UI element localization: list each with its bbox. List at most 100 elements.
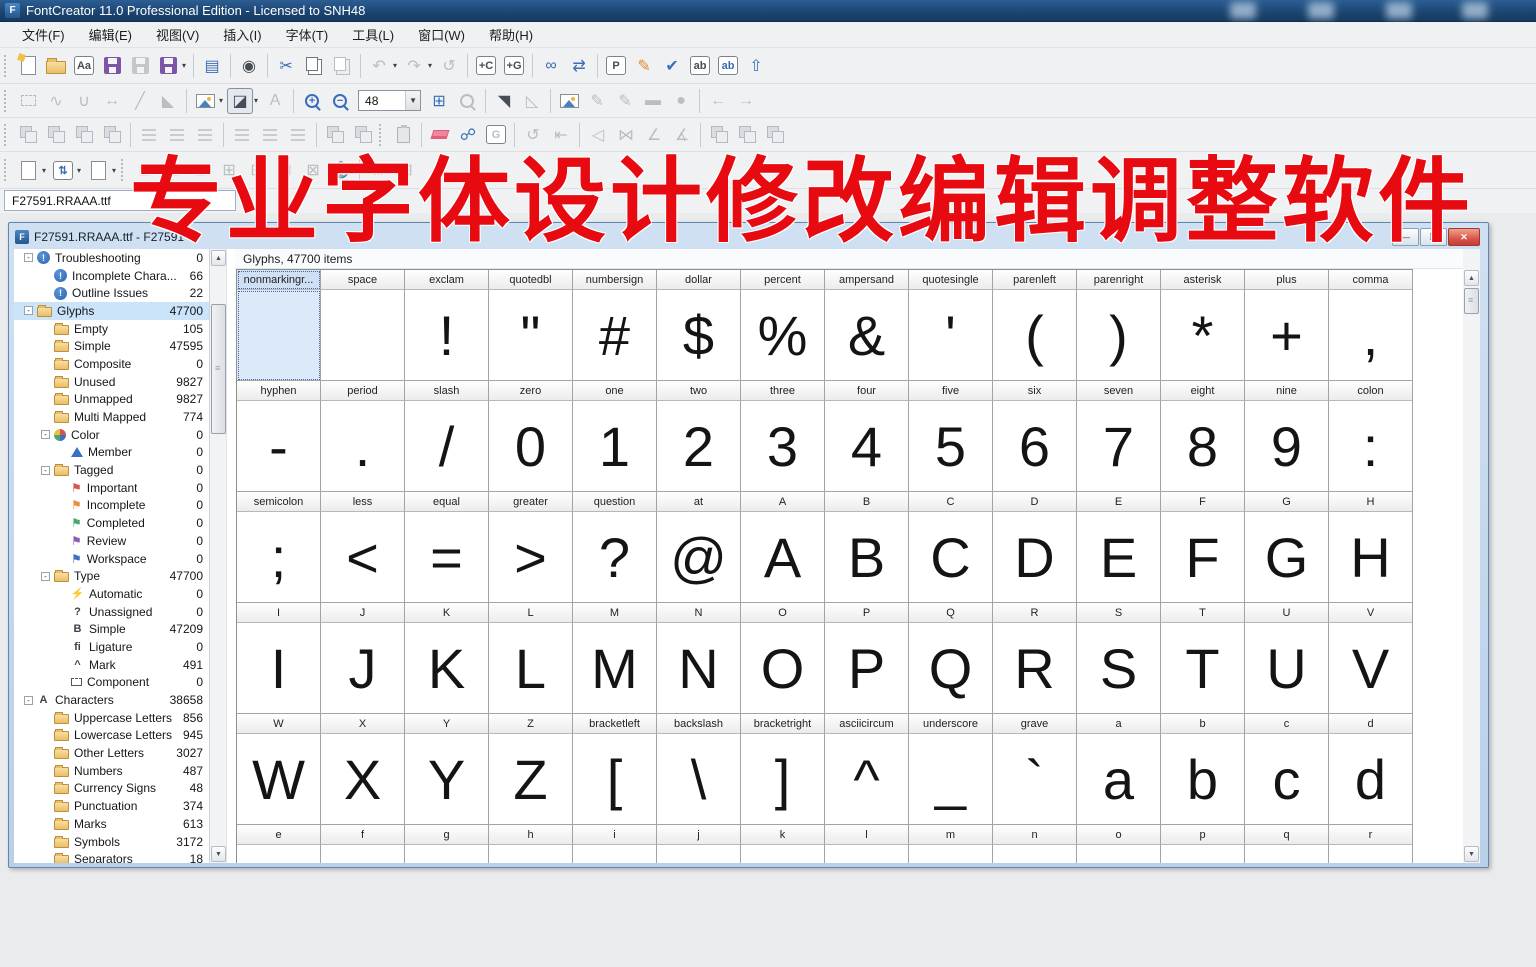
sidebar-item-empty[interactable]: Empty105 [14,320,209,338]
glyph-scrollbar[interactable]: ▲ ▼ [1463,249,1480,863]
glyph-cell-j[interactable]: JJ [321,603,405,714]
skew-button[interactable]: ∠ [641,122,667,148]
glyph-cell-v[interactable]: VV [1329,603,1413,714]
save-all-button[interactable] [127,53,153,79]
save-font-button[interactable] [99,53,125,79]
order-bring-forward-button[interactable] [43,122,69,148]
menu-item-i[interactable]: 插入(I) [211,22,273,47]
glyph-cell-plus[interactable]: plus+ [1245,270,1329,381]
sidebar-item-important[interactable]: ⚑Important0 [14,479,209,497]
glyph-cell-p[interactable]: PP [825,603,909,714]
glyph-cell-numbersign[interactable]: numbersign# [573,270,657,381]
glyph-cell-y[interactable]: YY [405,714,489,825]
sidebar-item-characters[interactable]: -ACharacters38658 [14,691,209,709]
tree-expander-icon[interactable]: - [24,253,33,262]
sidebar-item-lowercase-letters[interactable]: Lowercase Letters945 [14,727,209,745]
sidebar-item-numbers[interactable]: Numbers487 [14,762,209,780]
pan-tool-button[interactable]: ∪ [71,88,97,114]
glyph-cell-ampersand[interactable]: ampersand& [825,270,909,381]
align-bottom-button[interactable] [285,122,311,148]
open-installed-font-button[interactable]: Aa [74,56,94,75]
glyph-cell-m[interactable]: mm [909,825,993,863]
menu-item-l[interactable]: 工具(L) [340,22,406,47]
sidebar-item-simple[interactable]: BSimple47209 [14,620,209,638]
sidebar-item-mark[interactable]: ^Mark491 [14,656,209,674]
insert-glyphs-button[interactable]: +G [504,56,524,75]
tree-expander-icon[interactable]: - [41,572,50,581]
sidebar-item-marks[interactable]: Marks613 [14,815,209,833]
font-properties-button[interactable]: P [606,56,626,75]
sidebar-item-composite[interactable]: Composite0 [14,355,209,373]
glyph-cell-n[interactable]: nn [993,825,1077,863]
glyph-cell-j[interactable]: jj [657,825,741,863]
align-top-button[interactable] [229,122,255,148]
sidebar-item-ligature[interactable]: fiLigature0 [14,638,209,656]
sort-glyphs-button[interactable]: ⇅ [53,161,73,180]
glyph-cell-question[interactable]: question? [573,492,657,603]
chevron-down-icon[interactable]: ▾ [182,61,186,70]
glyph-cell-underscore[interactable]: underscore_ [909,714,993,825]
glyph-cell-five[interactable]: five5 [909,381,993,492]
sidebar-item-member[interactable]: Member0 [14,444,209,462]
nav-back-button[interactable]: ← [705,88,731,114]
glyph-cell-equal[interactable]: equal= [405,492,489,603]
background-image-options-button[interactable] [192,88,218,114]
glyph-cell-k[interactable]: kk [741,825,825,863]
sidebar-item-unmapped[interactable]: Unmapped9827 [14,391,209,409]
glyph-cell-quotedbl[interactable]: quotedbl" [489,270,573,381]
order-send-to-back-button[interactable] [99,122,125,148]
select-freehand-button[interactable]: ∿ [43,88,69,114]
menu-item-w[interactable]: 窗口(W) [406,22,477,47]
sidebar-item-component[interactable]: Component0 [14,674,209,692]
glyph-cell-h[interactable]: hh [489,825,573,863]
transform-glyphs-button[interactable]: ⇄ [566,53,592,79]
draw-freehand-button[interactable]: ✎ [584,88,610,114]
glyph-cell-space[interactable]: space [321,270,405,381]
complete-composites-button[interactable]: ∞ [538,53,564,79]
new-font-button[interactable] [15,53,41,79]
scroll-up-button[interactable]: ▲ [1464,270,1479,286]
flip-vertical-button[interactable]: ◁ [585,122,611,148]
glyph-cell-i[interactable]: II [237,603,321,714]
zoom-level-combo[interactable]: 48▼ [358,90,421,111]
tree-scrollbar[interactable]: ▲ ▼ [210,249,227,863]
sidebar-item-completed[interactable]: ⚑Completed0 [14,514,209,532]
sidebar-item-automatic[interactable]: ⚡Automatic0 [14,585,209,603]
glyph-cell-seven[interactable]: seven7 [1077,381,1161,492]
chevron-down-icon[interactable]: ▾ [393,61,397,70]
sidebar-item-color[interactable]: -Color0 [14,426,209,444]
chevron-down-icon[interactable]: ▾ [219,96,223,105]
glyph-cell-r[interactable]: rr [1329,825,1413,863]
tree-expander-icon[interactable]: - [24,696,33,705]
glyph-cell-hyphen[interactable]: hyphen- [237,381,321,492]
menu-item-v[interactable]: 视图(V) [144,22,211,47]
measure-tool-button[interactable]: ↔ [99,88,125,114]
glyph-cell-o[interactable]: oo [1077,825,1161,863]
sidebar-item-other-letters[interactable]: Other Letters3027 [14,744,209,762]
glyph-cell-d[interactable]: DD [993,492,1077,603]
glyph-cell-comma[interactable]: comma, [1329,270,1413,381]
glyph-cell-asterisk[interactable]: asterisk* [1161,270,1245,381]
glyph-cell-z[interactable]: ZZ [489,714,573,825]
glyph-cell-h[interactable]: HH [1329,492,1413,603]
flip-horizontal-button[interactable]: ⋈ [613,122,639,148]
new-glyph-button[interactable] [15,157,41,183]
scrollbar-thumb[interactable] [1464,288,1479,314]
draw-pen-button[interactable]: ✎ [612,88,638,114]
copy-button[interactable] [301,53,327,79]
glyph-cell-exclam[interactable]: exclam! [405,270,489,381]
glyph-cell-two[interactable]: two2 [657,381,741,492]
split-contours-button[interactable]: ☍ [455,122,481,148]
glyph-cell-nine[interactable]: nine9 [1245,381,1329,492]
fill-tool-button[interactable]: ◣ [155,88,181,114]
rotate-glyph-button[interactable]: ↺ [520,122,546,148]
glyph-cell-g[interactable]: gg [405,825,489,863]
zoom-fit-button[interactable]: ⊞ [426,88,452,114]
sidebar-item-simple[interactable]: Simple47595 [14,337,209,355]
glyph-cell-at[interactable]: at@ [657,492,741,603]
glyph-cell-k[interactable]: KK [405,603,489,714]
order-bring-to-front-button[interactable] [15,122,41,148]
glyph-cell-parenleft[interactable]: parenleft( [993,270,1077,381]
sidebar-item-outline-issues[interactable]: !Outline Issues22 [14,284,209,302]
chevron-down-icon[interactable]: ▾ [112,166,116,175]
